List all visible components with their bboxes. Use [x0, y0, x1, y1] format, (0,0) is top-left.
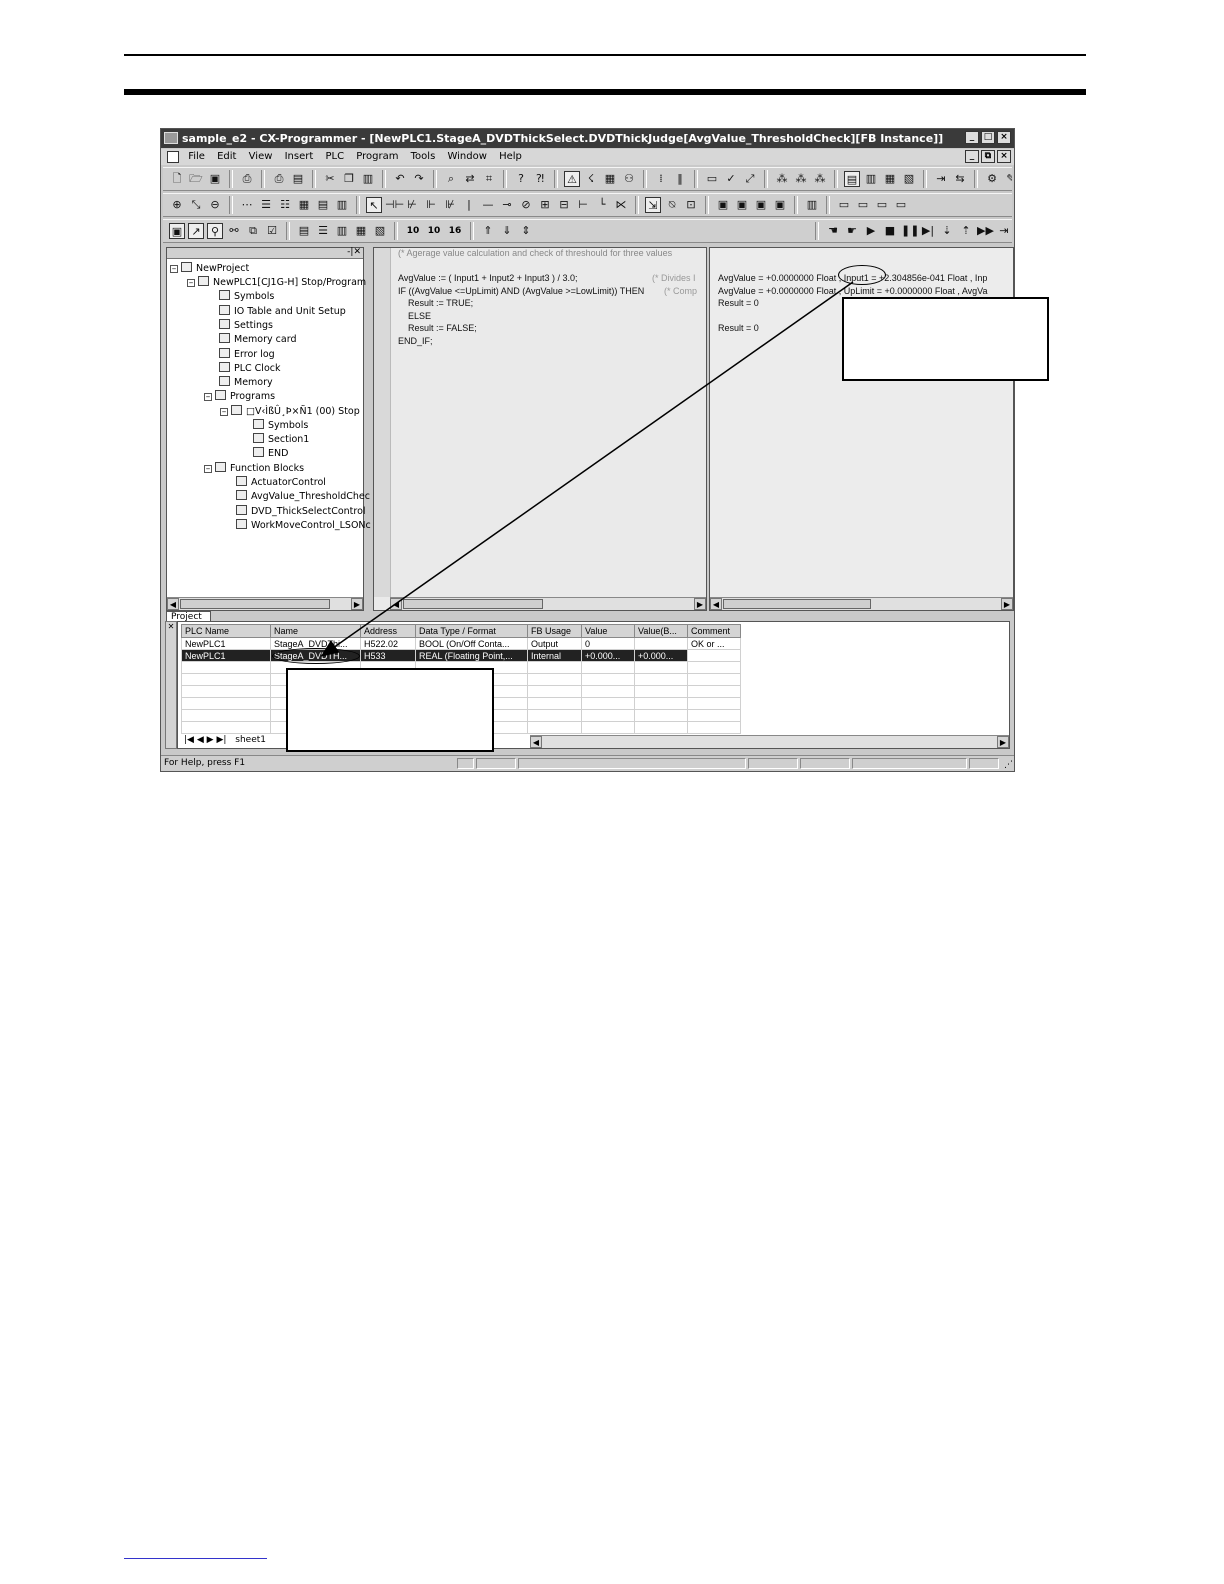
annotation-arrow [320, 281, 854, 657]
footer-rule [124, 1558, 267, 1559]
